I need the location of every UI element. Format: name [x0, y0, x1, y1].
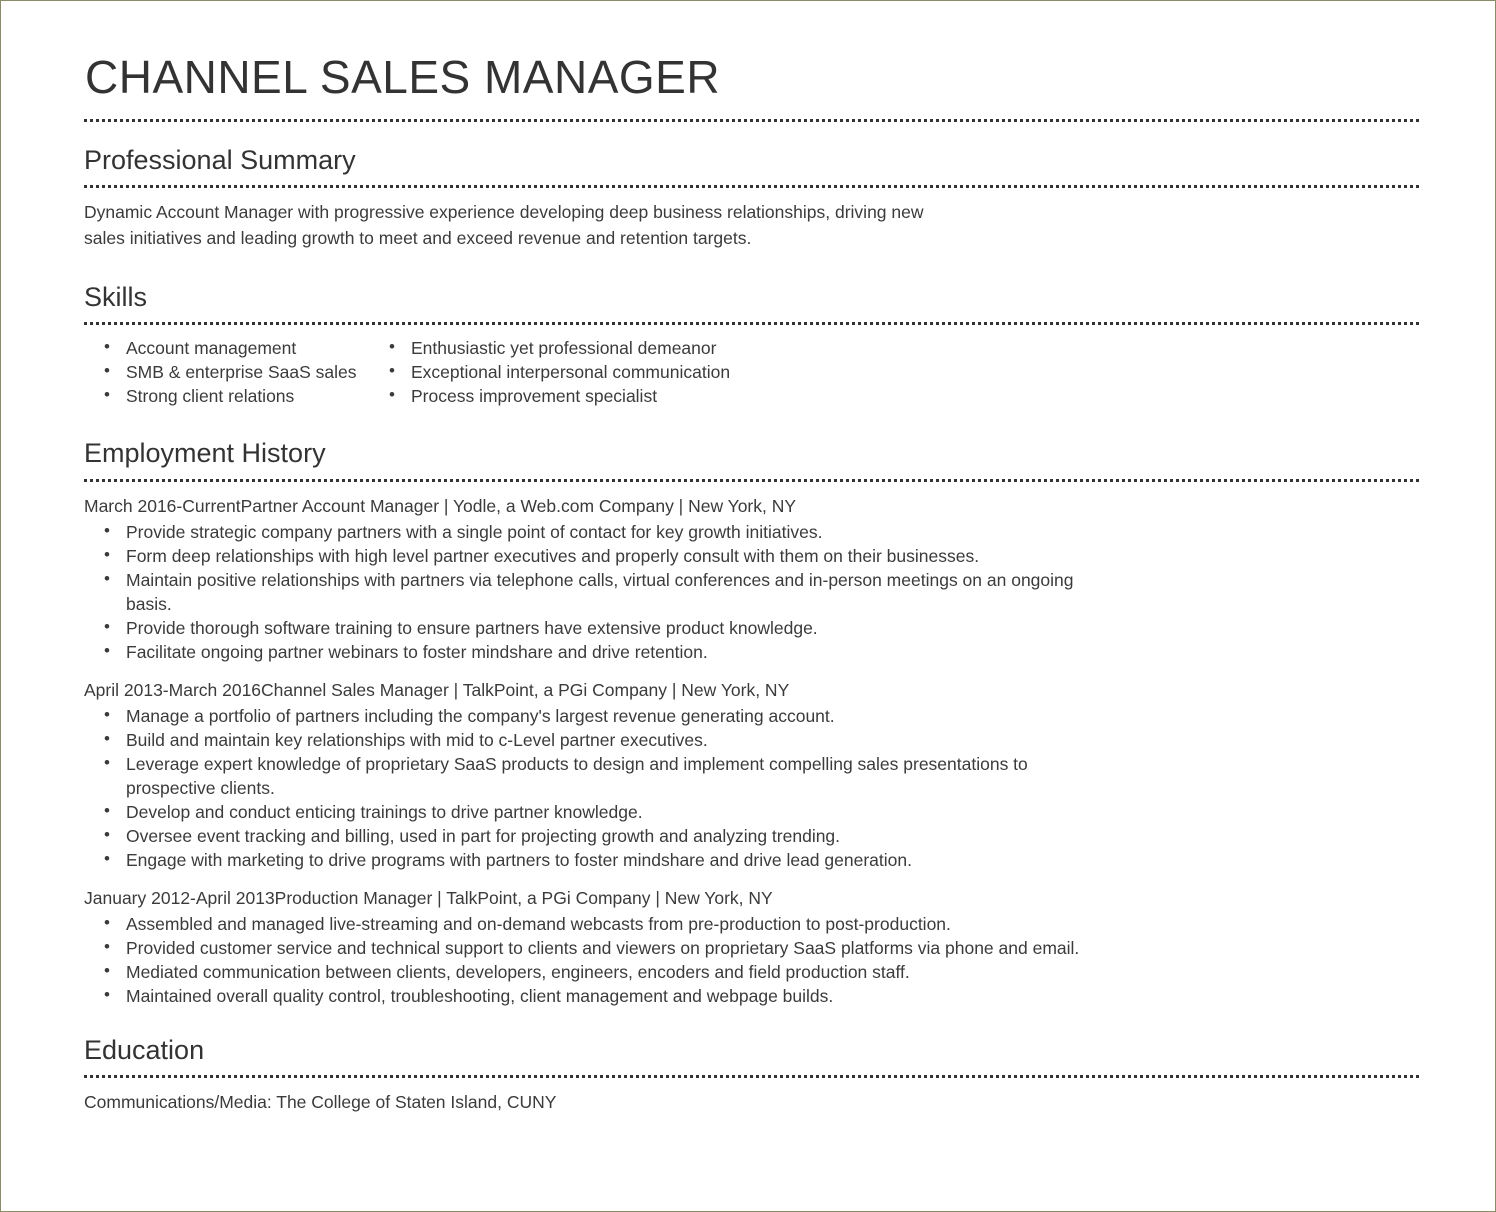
- skills-columns: Account management SMB & enterprise SaaS…: [84, 335, 1421, 408]
- list-item: Process improvement specialist: [369, 383, 730, 408]
- list-item: SMB & enterprise SaaS sales: [84, 359, 369, 384]
- job-entry: January 2012-April 2013Production Manage…: [84, 885, 1421, 1008]
- summary-text: Dynamic Account Manager with progressive…: [84, 199, 1084, 251]
- list-item: Leverage expert knowledge of proprietary…: [84, 751, 1086, 800]
- section-education: Education Communications/Media: The Coll…: [83, 1034, 1422, 1115]
- section-employment-history: Employment History March 2016-CurrentPar…: [83, 437, 1422, 1008]
- job-entry: April 2013-March 2016Channel Sales Manag…: [84, 677, 1421, 872]
- section-skills: Skills Account management SMB & enterpri…: [83, 281, 1422, 408]
- list-item: Exceptional interpersonal communication: [369, 359, 730, 384]
- job-bullet-list: Manage a portfolio of partners including…: [84, 703, 1421, 872]
- job-bullet-list: Assembled and managed live-streaming and…: [84, 911, 1421, 1008]
- summary-line-2: sales initiatives and leading growth to …: [84, 228, 752, 249]
- section-professional-summary: Professional Summary Dynamic Account Man…: [83, 144, 1422, 251]
- resume-page: CHANNEL SALES MANAGER Professional Summa…: [0, 0, 1496, 1212]
- skills-column-1: Account management SMB & enterprise SaaS…: [84, 335, 369, 408]
- list-item: Provided customer service and technical …: [84, 935, 1086, 960]
- job-heading: April 2013-March 2016Channel Sales Manag…: [84, 679, 790, 700]
- list-item: Facilitate ongoing partner webinars to f…: [84, 639, 1086, 664]
- list-item: Build and maintain key relationships wit…: [84, 727, 1086, 752]
- list-item: Enthusiastic yet professional demeanor: [369, 335, 730, 360]
- list-item: Form deep relationships with high level …: [84, 543, 1086, 568]
- list-item: Account management: [84, 335, 369, 360]
- job-heading: March 2016-CurrentPartner Account Manage…: [84, 495, 797, 516]
- section-heading-summary: Professional Summary: [84, 144, 356, 175]
- list-item: Assembled and managed live-streaming and…: [84, 911, 1086, 936]
- job-entry: March 2016-CurrentPartner Account Manage…: [84, 493, 1421, 664]
- list-item: Develop and conduct enticing trainings t…: [84, 799, 1086, 824]
- section-heading-education: Education: [84, 1034, 205, 1065]
- list-item: Strong client relations: [84, 383, 369, 408]
- summary-line-1: Dynamic Account Manager with progressive…: [84, 202, 924, 223]
- section-heading-employment: Employment History: [84, 438, 326, 469]
- section-heading-skills: Skills: [84, 282, 148, 313]
- list-item: Provide strategic company partners with …: [84, 519, 1086, 544]
- job-bullet-list: Provide strategic company partners with …: [84, 519, 1421, 664]
- list-item: Provide thorough software training to en…: [84, 615, 1086, 640]
- page-title: CHANNEL SALES MANAGER: [85, 51, 721, 103]
- resume-content: CHANNEL SALES MANAGER Professional Summa…: [1, 1, 1495, 1115]
- list-item: Engage with marketing to drive programs …: [84, 847, 1086, 872]
- list-item: Maintain positive relationships with par…: [84, 567, 1086, 616]
- list-item: Oversee event tracking and billing, used…: [84, 823, 1086, 848]
- list-item: Maintained overall quality control, trou…: [84, 983, 1086, 1008]
- list-item: Mediated communication between clients, …: [84, 959, 1086, 984]
- skills-column-2: Enthusiastic yet professional demeanor E…: [369, 335, 730, 408]
- list-item: Manage a portfolio of partners including…: [84, 703, 1086, 728]
- job-heading: January 2012-April 2013Production Manage…: [84, 887, 773, 908]
- education-entry: Communications/Media: The College of Sta…: [84, 1092, 557, 1113]
